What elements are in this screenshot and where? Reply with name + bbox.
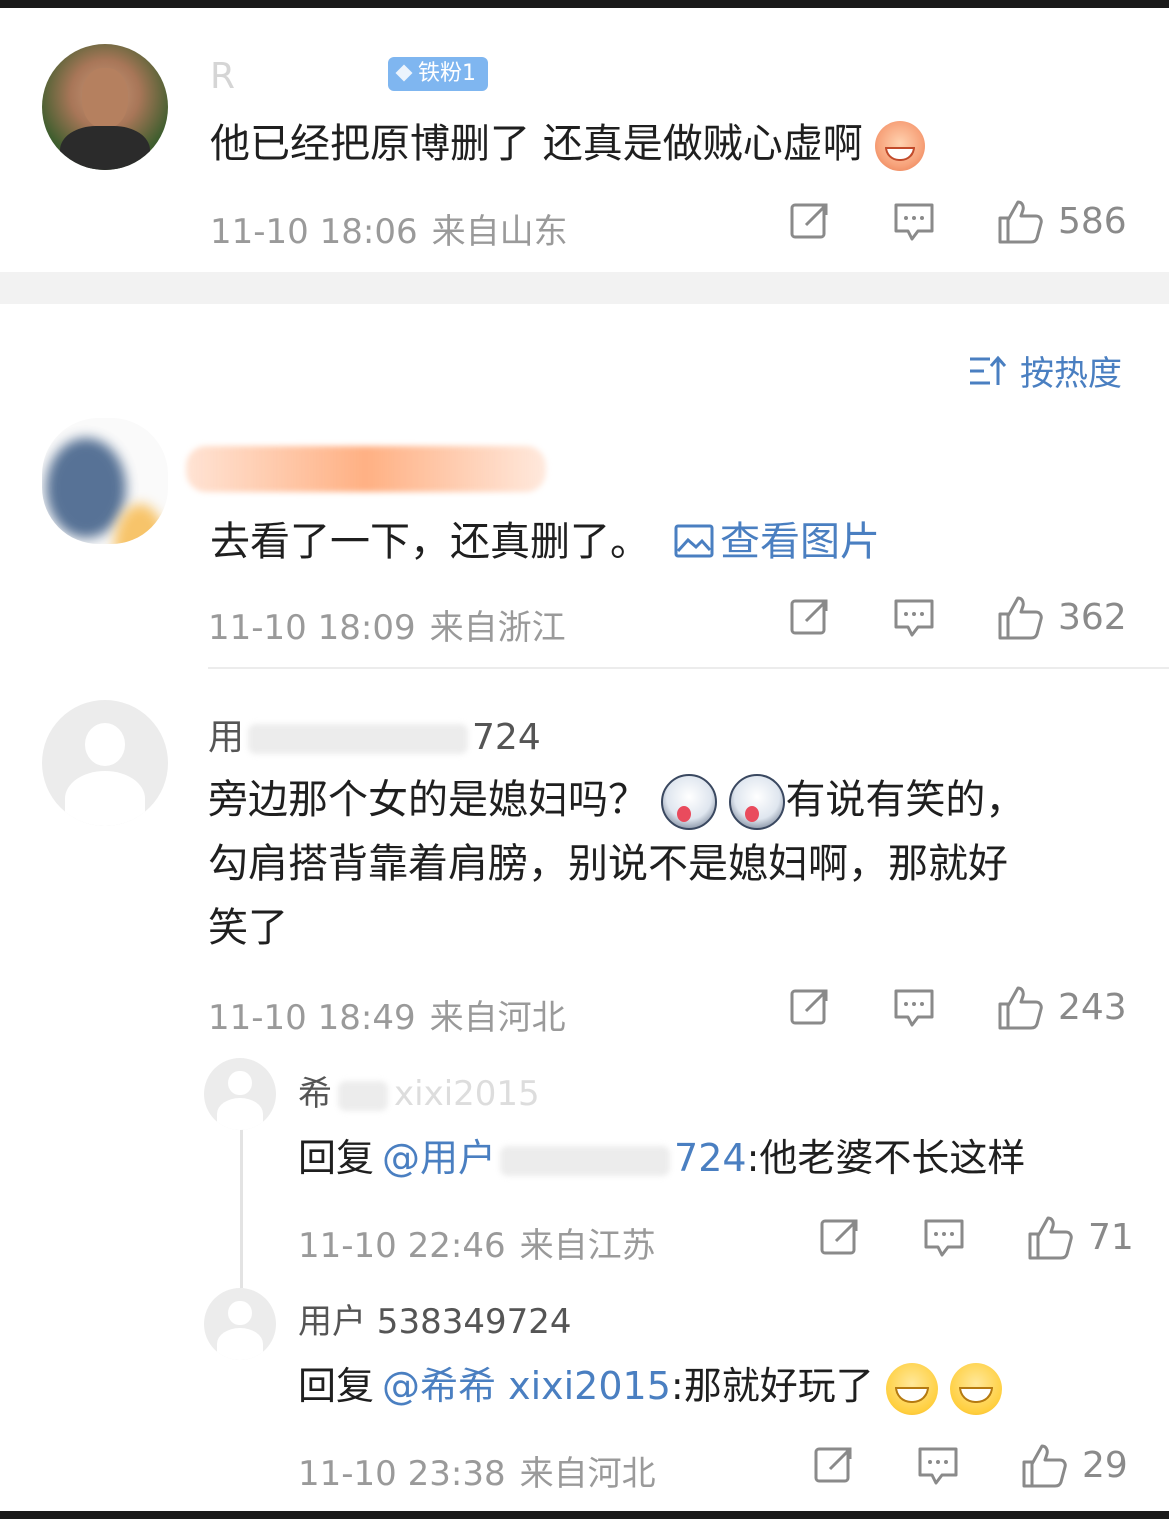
action-bar: 71 bbox=[818, 1214, 1134, 1260]
like-button[interactable]: 362 bbox=[996, 594, 1127, 640]
location: 来自浙江 bbox=[429, 608, 566, 648]
comment-button[interactable] bbox=[892, 199, 936, 243]
comment-text-line: 勾肩搭背靠着肩膀，别说不是媳妇啊，那就好 bbox=[208, 841, 1008, 887]
dog-emoji bbox=[729, 774, 786, 830]
comment-text: 去看了一下，还真删了。 查看图片 bbox=[210, 519, 880, 565]
comment-text-line: 笑了 bbox=[208, 905, 288, 951]
comment-text: 他已经把原博删了 还真是做贼心虚啊 bbox=[210, 112, 926, 176]
grin-emoji bbox=[885, 1362, 938, 1415]
like-count: 29 bbox=[1082, 1444, 1128, 1486]
comment-meta: 11-10 18:06 来自山东 bbox=[210, 204, 568, 253]
avatar[interactable] bbox=[42, 44, 168, 170]
thumbs-up-icon bbox=[998, 596, 1043, 640]
comment-button[interactable] bbox=[916, 1443, 960, 1487]
top-edge bbox=[0, 0, 1169, 8]
timestamp: 11-10 23:38 bbox=[298, 1454, 506, 1494]
repost-icon bbox=[790, 203, 828, 239]
like-button[interactable]: 71 bbox=[1026, 1214, 1134, 1260]
timestamp: 11-10 22:46 bbox=[298, 1226, 506, 1266]
comment-divider bbox=[208, 667, 1169, 669]
mention-link[interactable]: @用户 724 bbox=[382, 1136, 747, 1180]
username[interactable]: R bbox=[210, 56, 235, 97]
reply-text: 回复 @希希 xixi2015:那就好玩了 bbox=[298, 1354, 1002, 1418]
comment-icon bbox=[894, 203, 934, 241]
repost-button[interactable] bbox=[788, 199, 832, 243]
location: 来自河北 bbox=[429, 998, 566, 1038]
sort-label: 按热度 bbox=[1020, 354, 1122, 394]
comment-button[interactable] bbox=[892, 985, 936, 1029]
section-divider bbox=[0, 272, 1169, 304]
dog-emoji bbox=[660, 774, 717, 830]
comment-text: 旁边那个女的是媳妇吗？ 有说有笑的， bbox=[208, 768, 1025, 832]
repost-icon bbox=[814, 1447, 852, 1483]
sort-toggle[interactable]: 按热度 bbox=[968, 346, 1122, 395]
like-button[interactable]: 243 bbox=[996, 984, 1127, 1030]
comment-button[interactable] bbox=[922, 1215, 966, 1259]
action-bar: 586 bbox=[788, 198, 1127, 244]
location: 来自山东 bbox=[431, 212, 568, 252]
fan-badge: 铁粉1 bbox=[388, 57, 488, 91]
repost-button[interactable] bbox=[818, 1215, 862, 1259]
username-blurred[interactable] bbox=[186, 446, 546, 492]
thumbs-up-icon bbox=[998, 200, 1043, 244]
username[interactable]: 希 xixi2015 bbox=[298, 1066, 540, 1115]
action-bar: 362 bbox=[788, 594, 1127, 640]
repost-button[interactable] bbox=[788, 595, 832, 639]
repost-icon bbox=[820, 1219, 858, 1255]
default-avatar[interactable] bbox=[42, 700, 168, 826]
username[interactable]: 用 724 bbox=[208, 708, 541, 760]
sort-icon bbox=[970, 355, 1007, 385]
reply-thread-line bbox=[240, 1128, 243, 1288]
repost-icon bbox=[790, 989, 828, 1025]
image-icon bbox=[674, 524, 714, 558]
comment-icon bbox=[918, 1447, 958, 1485]
timestamp: 11-10 18:49 bbox=[208, 998, 416, 1038]
like-count: 71 bbox=[1088, 1216, 1134, 1258]
username[interactable]: 用户 538349724 bbox=[298, 1294, 572, 1343]
laugh-emoji bbox=[875, 121, 926, 171]
action-bar: 243 bbox=[788, 984, 1127, 1030]
reply-meta: 11-10 22:46 来自江苏 bbox=[298, 1218, 656, 1267]
timestamp: 11-10 18:06 bbox=[210, 212, 418, 252]
reply-meta: 11-10 23:38 来自河北 bbox=[298, 1446, 656, 1495]
comment-button[interactable] bbox=[892, 595, 936, 639]
comment-meta: 11-10 18:49 来自河北 bbox=[208, 990, 566, 1039]
default-avatar[interactable] bbox=[204, 1288, 276, 1360]
like-count: 362 bbox=[1058, 596, 1127, 638]
grin-emoji bbox=[949, 1362, 1002, 1415]
comment-icon bbox=[924, 1219, 964, 1257]
like-button[interactable]: 29 bbox=[1020, 1442, 1128, 1488]
default-avatar[interactable] bbox=[204, 1058, 276, 1130]
like-count: 586 bbox=[1058, 200, 1127, 242]
repost-button[interactable] bbox=[812, 1443, 856, 1487]
location: 来自江苏 bbox=[519, 1226, 656, 1266]
avatar[interactable] bbox=[42, 418, 168, 544]
comment-meta: 11-10 18:09 来自浙江 bbox=[208, 600, 566, 649]
comment-icon bbox=[894, 599, 934, 637]
like-button[interactable]: 586 bbox=[996, 198, 1127, 244]
thumbs-up-icon bbox=[1022, 1444, 1067, 1488]
bottom-edge bbox=[0, 1511, 1169, 1519]
like-count: 243 bbox=[1058, 986, 1127, 1028]
comment-icon bbox=[894, 989, 934, 1027]
repost-icon bbox=[790, 599, 828, 635]
repost-button[interactable] bbox=[788, 985, 832, 1029]
action-bar: 29 bbox=[812, 1442, 1128, 1488]
thumbs-up-icon bbox=[1028, 1216, 1073, 1260]
mention-link[interactable]: @希希 xixi2015 bbox=[382, 1364, 671, 1408]
thumbs-up-icon bbox=[998, 986, 1043, 1030]
view-image-link[interactable]: 查看图片 bbox=[674, 519, 880, 565]
timestamp: 11-10 18:09 bbox=[208, 608, 416, 648]
location: 来自河北 bbox=[519, 1454, 656, 1494]
reply-text: 回复 @用户 724:他老婆不长这样 bbox=[298, 1136, 1026, 1180]
